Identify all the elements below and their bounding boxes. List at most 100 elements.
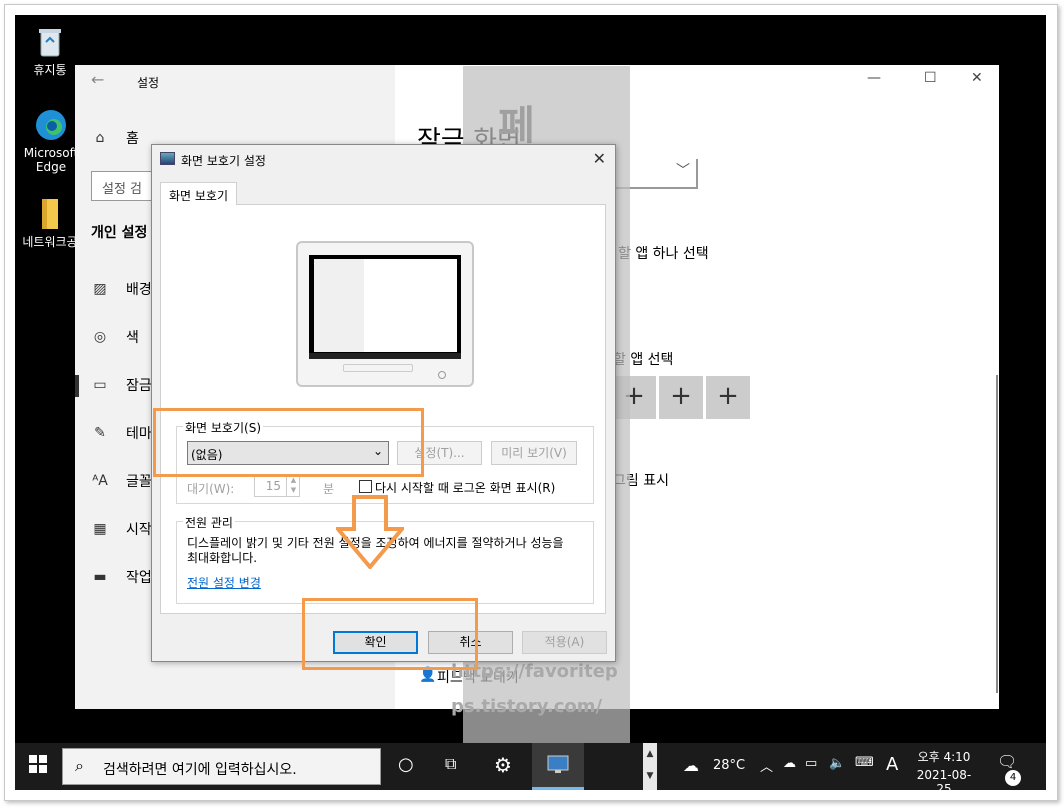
plus-icon: +	[670, 381, 692, 411]
cortana-button[interactable]: ○	[398, 754, 414, 775]
sidebar-item-label: 작업	[126, 570, 152, 586]
windows-icon	[29, 755, 47, 773]
clock-time: 오후 4:10	[917, 750, 971, 764]
clock[interactable]: 오후 4:10 2021-08-25	[915, 748, 973, 790]
annotation-box-ok	[302, 598, 478, 670]
ime-indicator[interactable]: A	[886, 754, 898, 775]
monitor-icon	[547, 755, 569, 773]
onedrive-icon[interactable]: ☁	[783, 756, 796, 771]
monitor-screen	[309, 255, 461, 359]
trash-icon	[33, 25, 67, 59]
screensaver-dialog: 화면 보호기 설정 ✕ 화면 보호기 화면 보호기(S) (없음) ⌄ 설정(T…	[151, 144, 616, 662]
preview-content	[364, 259, 457, 352]
network-icon[interactable]: ▭	[805, 756, 817, 771]
lock-screen-icon: ▭	[93, 377, 107, 393]
image-icon: ▨	[93, 281, 107, 297]
start-button[interactable]	[29, 755, 47, 778]
section-heading: 개인 설정	[91, 225, 148, 241]
keyboard-icon[interactable]: ⌨	[855, 755, 874, 770]
detail-app-text: 할 앱 하나 선택	[618, 246, 709, 262]
add-app-button-3[interactable]: +	[706, 376, 750, 419]
clock-date: 2021-08-25	[916, 768, 972, 790]
sidebar-item-home[interactable]: ⌂ 홈	[90, 126, 139, 150]
sidebar-item-label: 홈	[126, 131, 139, 147]
preview-sidebar	[314, 259, 364, 352]
font-icon: ᴬA	[92, 473, 108, 489]
sidebar-item-label: 잠금	[126, 378, 152, 394]
volume-muted-icon[interactable]: 🔈	[829, 756, 845, 771]
tray-chevron-icon[interactable]: ︿	[760, 756, 773, 775]
palette-icon: ◎	[93, 329, 107, 345]
edge-label: Microsoft Edge	[23, 146, 79, 174]
close-icon[interactable]: ✕	[593, 149, 606, 168]
temperature[interactable]: 28°C	[713, 758, 745, 773]
monitor-base	[343, 364, 413, 372]
network-folder-label: 네트워크공	[22, 235, 78, 249]
monitor-preview	[296, 241, 474, 387]
preview-taskbar	[309, 353, 461, 359]
brush-icon: ✎	[94, 425, 106, 441]
resume-logon-checkbox[interactable]	[359, 480, 372, 493]
dialog-title: 화면 보호기 설정	[181, 154, 266, 168]
taskbar-search-box[interactable]: ⌕ 검색하려면 여기에 입력하십시오.	[62, 748, 381, 785]
circle-icon: ○	[398, 754, 414, 775]
apply-button[interactable]: 적용(A)	[522, 631, 607, 654]
chevron-down-icon: ﹀	[676, 163, 690, 179]
sidebar-item-label: 글꼴	[126, 474, 152, 490]
chevron-up-icon: ▲	[646, 749, 654, 759]
sidebar-item-start[interactable]: ▦ 시작	[90, 517, 152, 541]
close-window-button[interactable]: ✕	[971, 70, 983, 86]
wait-spinner[interactable]: ▲ ▼	[286, 475, 300, 497]
annotation-down-arrow-icon	[333, 495, 407, 573]
wait-label: 대기(W):	[187, 482, 235, 496]
screenshot-frame: 휴지통 Microsoft Edge 네트워크공 페 이 보 릿 https:/…	[0, 0, 1064, 808]
watermark-url-2: ps.tistory.com/	[451, 696, 603, 717]
annotation-box-screensaver	[153, 408, 424, 477]
sidebar-item-label: 테마	[126, 426, 152, 442]
weather-icon[interactable]: ☁	[683, 756, 699, 775]
sidebar-item-taskbar[interactable]: ▬ 작업	[90, 565, 152, 589]
sidebar-item-fonts[interactable]: ᴬA 글꼴	[90, 469, 152, 493]
power-group-label: 전원 관리	[183, 514, 235, 531]
sidebar-item-label: 시작	[126, 522, 152, 538]
start-tiles-icon: ▦	[93, 521, 107, 537]
home-icon: ⌂	[95, 130, 105, 146]
sidebar-item-themes[interactable]: ✎ 테마	[90, 421, 152, 445]
back-arrow-icon[interactable]: ←	[91, 70, 104, 89]
tab-screensaver[interactable]: 화면 보호기	[160, 182, 238, 205]
minimize-button[interactable]: —	[867, 70, 881, 86]
edge-icon	[34, 108, 68, 142]
search-icon: ⌕	[75, 756, 84, 775]
notification-center-icon[interactable]: 🗨	[997, 752, 1017, 771]
task-view-icon: ⧉	[445, 754, 457, 773]
plus-icon: +	[717, 381, 739, 411]
taskbar-search-placeholder: 검색하려면 여기에 입력하십시오.	[103, 762, 297, 778]
maximize-button[interactable]: ☐	[924, 70, 937, 86]
settings-title: 설정	[137, 76, 160, 90]
taskbar: ⌕ 검색하려면 여기에 입력하십시오. ○ ⧉ ⚙ ▲ ▼ ☁ 28°C ︿ ☁…	[15, 743, 1046, 790]
gear-icon: ⚙	[494, 753, 512, 777]
sidebar-item-background[interactable]: ▨ 배경	[90, 277, 152, 301]
preview-button[interactable]: 미리 보기(V)	[491, 441, 577, 465]
screensaver-taskbar-button[interactable]	[532, 743, 584, 790]
watermark-char-1: 페	[498, 103, 535, 149]
sidebar-item-label: 배경	[126, 282, 152, 298]
notification-count: 4	[1005, 770, 1021, 786]
settings-taskbar-button[interactable]: ⚙	[494, 753, 512, 777]
taskbar-overflow-scroller[interactable]: ▲ ▼	[643, 743, 657, 790]
taskbar-icon: ▬	[93, 569, 107, 585]
settings-search-placeholder: 설정 검	[102, 182, 143, 197]
screensaver-icon	[160, 152, 175, 165]
wait-unit: 분	[323, 482, 335, 496]
chevron-down-icon: ▼	[646, 771, 654, 781]
task-view-button[interactable]: ⧉	[445, 754, 456, 774]
scrollbar[interactable]	[996, 375, 998, 693]
sidebar-item-label: 색	[126, 330, 139, 346]
power-settings-link[interactable]: 전원 설정 변경	[187, 574, 261, 591]
sidebar-item-colors[interactable]: ◎ 색	[90, 325, 139, 349]
folder-icon	[33, 197, 67, 231]
resume-logon-label: 다시 시작할 때 로그온 화면 표시(R)	[375, 481, 556, 495]
add-app-button-2[interactable]: +	[659, 376, 703, 419]
recycle-bin-label: 휴지통	[33, 63, 67, 77]
sidebar-item-lock-screen[interactable]: ▭ 잠금	[90, 373, 152, 397]
